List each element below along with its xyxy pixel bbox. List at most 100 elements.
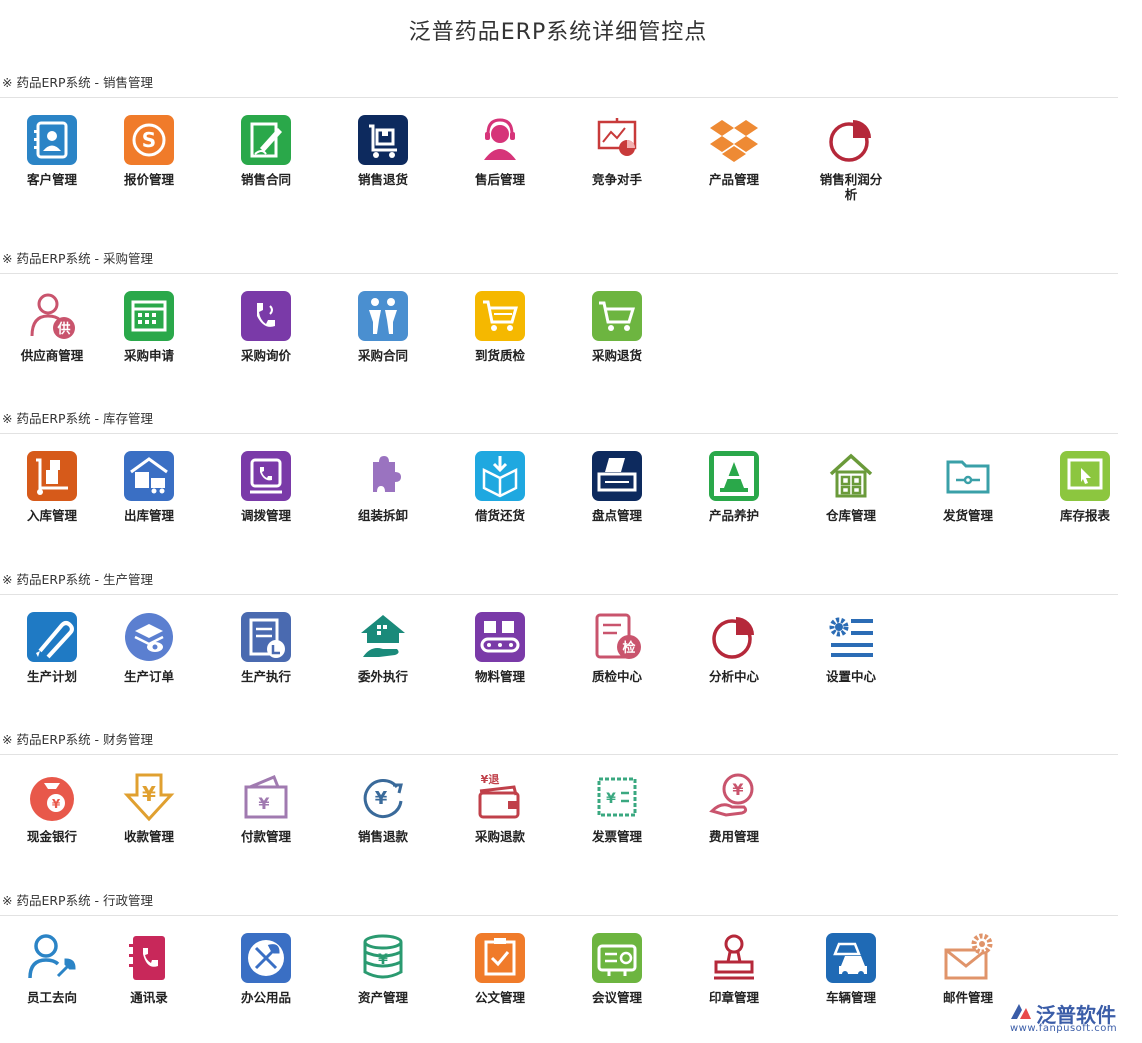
module-tile[interactable]: 出库管理 — [99, 450, 199, 523]
module-tile[interactable]: 盘点管理 — [567, 450, 667, 523]
section-header: ※ 药品ERP系统 - 销售管理 — [0, 72, 1118, 98]
module-tile[interactable]: 发货管理 — [918, 450, 1018, 523]
module-tile[interactable]: 设置中心 — [801, 611, 901, 684]
dropbox-icon — [708, 114, 760, 166]
module-label: 客户管理 — [26, 172, 77, 187]
module-tile[interactable]: 委外执行 — [333, 611, 433, 684]
section-1: ※ 药品ERP系统 - 销售管理客户管理 S 报价管理 销售合同 销售退货 售后管理 竞争对… — [0, 72, 1118, 218]
module-tile[interactable]: 产品养护 — [684, 450, 784, 523]
section-5: ※ 药品ERP系统 - 财务管理 ¥ 现金银行 ¥ 收款管理 ¥ 付款管理 ¥ 销售退款 ¥退 采购… — [0, 729, 1118, 875]
module-tile[interactable]: 客户管理 — [2, 114, 102, 187]
module-tile[interactable]: 仓库管理 — [801, 450, 901, 523]
pie-chart-icon — [825, 114, 877, 166]
module-label: 报价管理 — [123, 172, 174, 187]
module-tile[interactable]: S 报价管理 — [99, 114, 199, 187]
module-label: 现金银行 — [26, 829, 77, 844]
folder-icon — [942, 450, 994, 502]
module-label: 生产计划 — [26, 669, 77, 684]
module-tile[interactable]: 分析中心 — [684, 611, 784, 684]
module-tile[interactable]: ¥ 现金银行 — [2, 771, 102, 844]
module-label: 发货管理 — [942, 508, 993, 523]
module-tile[interactable]: ¥退 采购退款 — [450, 771, 550, 844]
module-tile[interactable]: 到货质检 — [450, 290, 550, 363]
module-label: 售后管理 — [474, 172, 525, 187]
section-2: ※ 药品ERP系统 - 采购管理供供应商管理 采购申请 采购询价 采购合同 到货质检 采购… — [0, 248, 1118, 394]
svg-text:¥: ¥ — [732, 780, 743, 799]
module-tile[interactable]: ¥ 收款管理 — [99, 771, 199, 844]
footer-logo: 泛普软件 www.fanpusoft.com — [1008, 999, 1132, 1035]
hand-truck-icon — [26, 450, 78, 502]
module-tile[interactable]: 车辆管理 — [801, 932, 901, 1005]
page-title: 泛普药品ERP系统详细管控点 — [408, 20, 708, 45]
module-tile[interactable]: 物料管理 — [450, 611, 550, 684]
module-label: 采购退货 — [591, 348, 642, 363]
section-header: ※ 药品ERP系统 - 库存管理 — [0, 408, 1118, 434]
module-tile[interactable]: 邮件管理 — [918, 932, 1018, 1005]
module-tile[interactable]: 采购合同 — [333, 290, 433, 363]
module-tile[interactable]: ¥ 销售退款 — [333, 771, 433, 844]
module-tile[interactable]: 产品管理 — [684, 114, 784, 187]
user-wrench-icon — [26, 932, 78, 984]
module-label: 到货质检 — [474, 348, 525, 363]
module-tile[interactable]: 通讯录 — [99, 932, 199, 1005]
module-tile[interactable]: 竞争对手 — [567, 114, 667, 187]
module-tile[interactable]: 印章管理 — [684, 932, 784, 1005]
stamp-icon — [708, 932, 760, 984]
module-tile[interactable]: 检质检中心 — [567, 611, 667, 684]
module-tile[interactable]: 销售退货 — [333, 114, 433, 187]
module-tile[interactable]: 销售合同 — [216, 114, 316, 187]
conveyor-icon — [474, 611, 526, 663]
gear-settings-icon — [825, 611, 877, 663]
module-tile[interactable]: 销售利润分析 — [801, 114, 901, 202]
module-label: 公文管理 — [474, 990, 525, 1005]
module-tile[interactable]: ¥ 资产管理 — [333, 932, 433, 1005]
invoice-icon: ¥ — [591, 771, 643, 823]
module-label: 供应商管理 — [20, 348, 84, 363]
module-tile[interactable]: 采购询价 — [216, 290, 316, 363]
module-tile[interactable]: 员工去向 — [2, 932, 102, 1005]
layers-eye-icon — [123, 611, 175, 663]
module-tile[interactable]: 会议管理 — [567, 932, 667, 1005]
module-label: 采购询价 — [240, 348, 291, 363]
module-tile[interactable]: 办公用品 — [216, 932, 316, 1005]
house-hand-icon — [357, 611, 409, 663]
inspect-document-icon: 检 — [591, 611, 643, 663]
module-label: 销售退款 — [357, 829, 408, 844]
module-list: 员工去向 通讯录 办公用品 ¥ 资产管理 公文管理 会议管理 印章管理 车辆管理 邮件管理 — [0, 916, 1118, 1036]
projector-icon — [591, 932, 643, 984]
section-3: ※ 药品ERP系统 - 库存管理入库管理 出库管理 调拨管理 组装拆卸 借货还货 盘点管理… — [0, 408, 1118, 554]
module-tile[interactable]: 库存报表 — [1035, 450, 1135, 523]
module-list: 客户管理 S 报价管理 销售合同 销售退货 售后管理 竞争对手 产品管理 销售利润分析 — [0, 98, 1118, 218]
module-label: 出库管理 — [123, 508, 174, 523]
module-tile[interactable]: 公文管理 — [450, 932, 550, 1005]
module-tile[interactable]: 采购申请 — [99, 290, 199, 363]
module-label: 委外执行 — [357, 669, 408, 684]
module-tile[interactable]: 售后管理 — [450, 114, 550, 187]
module-tile[interactable]: ¥ 付款管理 — [216, 771, 316, 844]
module-tile[interactable]: ¥ 发票管理 — [567, 771, 667, 844]
module-label: 销售合同 — [240, 172, 291, 187]
module-label: 邮件管理 — [942, 990, 993, 1005]
module-tile[interactable]: 调拨管理 — [216, 450, 316, 523]
module-list: 供供应商管理 采购申请采购询价 采购合同到货质检 采购退货 — [0, 274, 1118, 394]
module-tile[interactable]: ¥ 费用管理 — [684, 771, 784, 844]
module-label: 销售退货 — [357, 172, 408, 187]
module-tile[interactable]: 供供应商管理 — [2, 290, 102, 363]
module-label: 会议管理 — [591, 990, 642, 1005]
module-tile[interactable]: 借货还货 — [450, 450, 550, 523]
transfer-phone-icon — [240, 450, 292, 502]
module-tile[interactable]: 生产执行 — [216, 611, 316, 684]
module-tile[interactable]: 生产计划 — [2, 611, 102, 684]
pie-analysis-icon — [708, 611, 760, 663]
module-tile[interactable]: 采购退货 — [567, 290, 667, 363]
svg-text:S: S — [142, 128, 156, 152]
warehouse-truck-icon — [123, 450, 175, 502]
section-header: ※ 药品ERP系统 - 财务管理 — [0, 729, 1118, 755]
cone-icon — [708, 450, 760, 502]
module-tile[interactable]: 生产订单 — [99, 611, 199, 684]
shopping-cart-icon — [474, 290, 526, 342]
module-tile[interactable]: 入库管理 — [2, 450, 102, 523]
module-label: 产品管理 — [708, 172, 759, 187]
section-4: ※ 药品ERP系统 - 生产管理 生产计划 生产订单 生产执行 委外执行 物料管理 检质检中… — [0, 569, 1118, 715]
module-tile[interactable]: 组装拆卸 — [333, 450, 433, 523]
